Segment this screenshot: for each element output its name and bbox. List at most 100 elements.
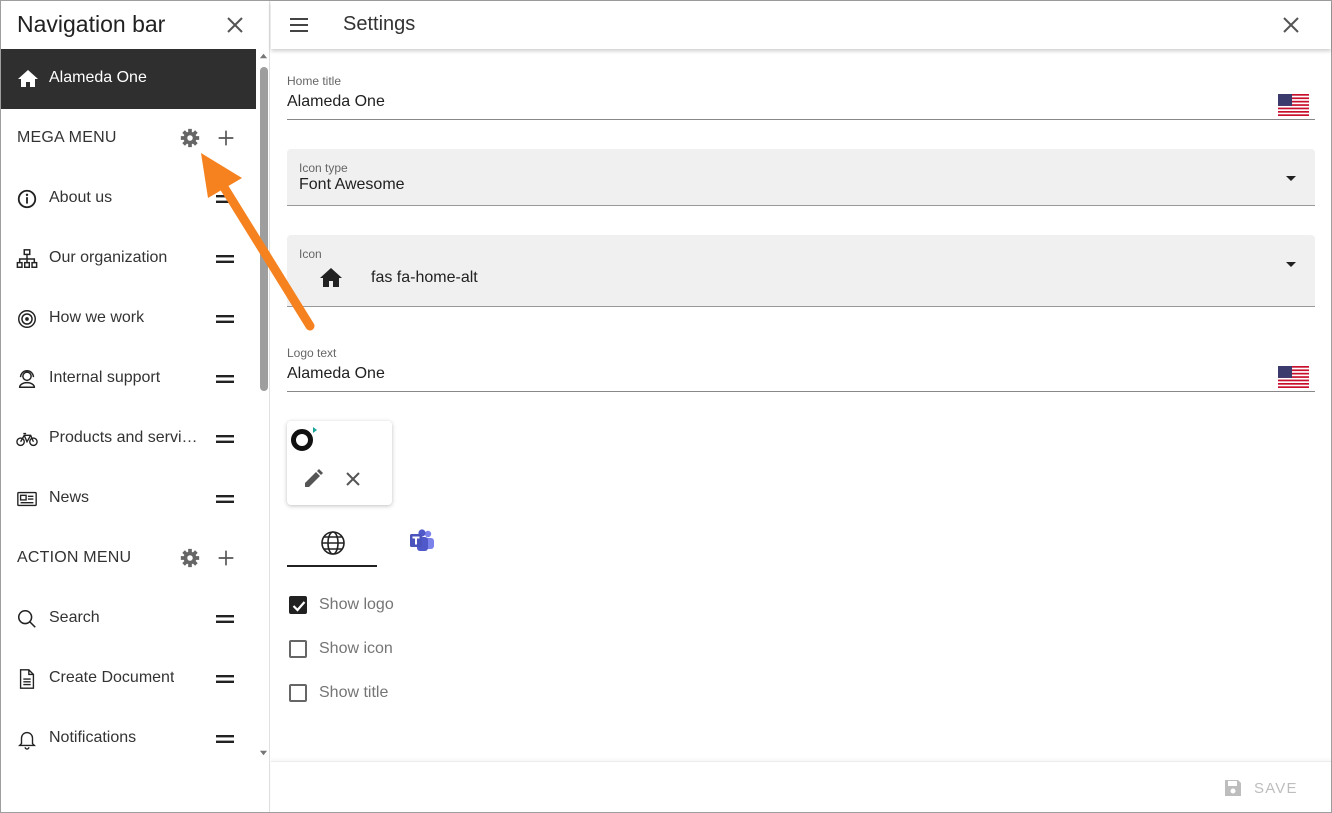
drag-handle-icon[interactable] [215,731,235,747]
home-title-field[interactable]: Home title Alameda One [287,71,1315,121]
sidebar-item-how-we-work[interactable]: How we work [1,289,256,349]
logo-image [291,427,317,451]
sidebar-item-search[interactable]: Search [1,589,256,649]
field-label: Logo text [287,346,337,360]
action-menu-section: ACTION MENU [1,529,256,589]
close-sidebar-button[interactable] [223,13,247,37]
home-icon [320,268,342,287]
field-label: Icon type [299,161,348,175]
search-icon [17,609,36,628]
field-label: Home title [287,74,342,88]
drag-handle-icon[interactable] [215,251,235,267]
icon-type-select[interactable]: Icon type Font Awesome [287,149,1315,206]
show-icon-checkbox[interactable]: Show icon [287,637,487,661]
checkbox-label: Show icon [319,640,393,657]
logo-card [287,421,392,505]
checkbox-checked[interactable] [289,596,307,614]
scroll-down-icon[interactable] [259,749,268,758]
checkmark-icon [292,601,306,612]
scrollbar-thumb[interactable] [260,67,268,391]
show-logo-checkbox[interactable]: Show logo [287,593,487,617]
save-label: SAVE [1254,780,1298,797]
sidebar-item-label: Notifications [49,729,137,746]
gear-icon[interactable] [179,127,201,149]
show-title-checkbox[interactable]: Show title [287,681,487,705]
edit-logo-button[interactable] [301,467,325,491]
icon-select[interactable]: Icon fas fa-home-alt [287,235,1315,307]
close-icon[interactable] [1279,13,1303,37]
logo-text-field[interactable]: Logo text Alameda One [287,343,1315,393]
close-icon [227,17,243,33]
add-icon[interactable] [215,547,237,569]
document-icon [19,669,35,689]
newspaper-icon [17,491,37,507]
sidebar-item-label: News [49,489,90,506]
section-label: ACTION MENU [17,549,132,566]
drag-handle-icon[interactable] [215,311,235,327]
sidebar-scrollbar[interactable] [257,49,269,812]
sidebar-item-label: How we work [49,309,145,326]
bell-icon [18,731,36,750]
sidebar-item-news[interactable]: News [1,469,256,529]
navigation-sidebar: Navigation bar Alameda One MEGA MENU Abo… [1,1,270,812]
teams-icon [410,529,434,551]
home-icon [18,70,38,87]
sidebar-item-internal-support[interactable]: Internal support [1,349,256,409]
sidebar-item-label: Search [49,609,100,626]
us-flag-icon[interactable] [1278,366,1309,388]
sidebar-item-label: Products and services [49,429,199,446]
tab-teams[interactable] [391,521,451,567]
tab-web[interactable] [287,521,377,567]
sidebar-item-home[interactable]: Alameda One [1,49,256,109]
drag-handle-icon[interactable] [215,191,235,207]
add-icon[interactable] [215,127,237,149]
save-button[interactable]: SAVE [1213,776,1313,802]
sidebar-item-create-document[interactable]: Create Document [1,649,256,709]
drag-handle-icon[interactable] [215,671,235,687]
globe-icon [321,531,345,555]
field-underline [287,119,1315,120]
page-title: Settings [343,13,416,35]
drag-handle-icon[interactable] [215,371,235,387]
sidebar-item-products-and-services[interactable]: Products and services [1,409,256,469]
sidebar-title: Navigation bar [17,11,166,37]
sidebar-header: Navigation bar [1,1,269,49]
field-underline [287,391,1315,392]
bicycle-icon [16,432,38,447]
drag-handle-icon[interactable] [215,491,235,507]
mega-menu-section: MEGA MENU [1,109,256,169]
sidebar-item-our-organization[interactable]: Our organization [1,229,256,289]
checkbox-unchecked[interactable] [289,684,307,702]
checkbox-label: Show title [319,684,389,701]
remove-logo-button[interactable] [341,467,365,491]
drag-handle-icon[interactable] [215,611,235,627]
drag-handle-icon[interactable] [215,431,235,447]
us-flag-icon[interactable] [1278,94,1309,116]
save-icon [1225,780,1241,796]
section-label: MEGA MENU [17,129,117,146]
icon-value: fas fa-home-alt [371,269,478,286]
dropdown-arrow-icon [1286,262,1296,267]
dropdown-arrow-icon [1286,176,1296,181]
icon-type-value: Font Awesome [299,176,405,193]
checkbox-label: Show logo [319,596,394,613]
sitemap-icon [16,249,38,268]
logo-text-input[interactable]: Alameda One [287,365,385,383]
sidebar-item-label: About us [49,189,113,206]
gear-icon[interactable] [179,547,201,569]
field-label: Icon [299,247,322,261]
scroll-up-icon[interactable] [259,51,268,60]
info-circle-icon [17,189,37,209]
sidebar-item-notifications[interactable]: Notifications [1,709,256,769]
bullseye-icon [18,310,36,328]
checkbox-unchecked[interactable] [289,640,307,658]
sidebar-item-label: Internal support [49,369,161,386]
menu-icon[interactable] [287,13,311,37]
sidebar-item-about-us[interactable]: About us [1,169,256,229]
sidebar-item-label: Alameda One [49,69,147,86]
sidebar-item-label: Create Document [49,669,175,686]
headset-icon [18,370,36,388]
settings-panel: Settings Home title Alameda One Icon typ… [271,1,1331,812]
home-title-input[interactable]: Alameda One [287,93,385,111]
sidebar-item-label: Our organization [49,249,168,266]
